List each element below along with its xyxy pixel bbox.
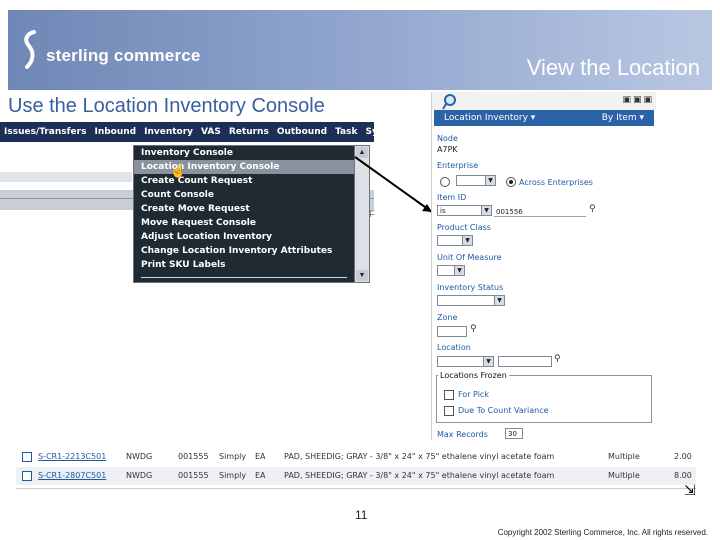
location-link[interactable]: S-CR1-2213C501 — [38, 452, 106, 461]
cell-node: NWDG — [126, 471, 153, 480]
menu-item-adjust-location-inventory[interactable]: Adjust Location Inventory — [134, 230, 356, 244]
cell-product-class: Simply — [219, 452, 247, 461]
scroll-up-icon[interactable]: ▲ — [356, 147, 368, 158]
max-records-label: Max Records — [437, 430, 488, 439]
cell-uom: EA — [255, 471, 266, 480]
cell-item: 001555 — [178, 452, 209, 461]
for-pick-label: For Pick — [458, 390, 489, 399]
chevron-down-icon[interactable]: ▼ — [483, 356, 494, 367]
cell-status: Multiple — [608, 471, 640, 480]
product-class-label: Product Class — [437, 223, 491, 232]
menu-task[interactable]: Task — [331, 127, 361, 137]
hand-cursor-icon: ☝ — [170, 163, 187, 178]
lookup-icon[interactable]: ⚲ — [589, 204, 596, 214]
zone-input[interactable] — [437, 326, 467, 337]
menu-separator — [141, 277, 347, 278]
location-inventory-search-panel: ▣▣▣ Location Inventory ▾ By Item ▾ Node … — [431, 92, 656, 440]
due-to-count-checkbox[interactable] — [444, 406, 454, 416]
locations-frozen-label: Locations Frozen — [438, 371, 509, 380]
cell-description: PAD, SHEEDIG; GRAY - 3/8" x 24" x 75" et… — [284, 452, 555, 461]
cell-description: PAD, SHEEDIG; GRAY - 3/8" x 24" x 75" et… — [284, 471, 555, 480]
slide-subtitle: Use the Location Inventory Console — [8, 95, 325, 117]
row-checkbox[interactable] — [22, 471, 32, 481]
table-row[interactable]: S-CR1-2213C501 NWDG 001555 Simply EA PAD… — [16, 448, 696, 466]
due-to-count-label: Due To Count Variance — [458, 406, 549, 415]
cell-uom: EA — [255, 452, 266, 461]
menu-issues-transfers[interactable]: Issues/Transfers — [0, 127, 90, 137]
item-id-input[interactable]: 001556 — [496, 208, 523, 216]
title-banner: sterling commerce View the Location — [8, 10, 712, 90]
results-table: S-CR1-2213C501 NWDG 001555 Simply EA PAD… — [16, 448, 696, 506]
mouse-pointer-icon: ⇲ — [684, 482, 696, 498]
enterprise-radio[interactable] — [440, 177, 450, 187]
copyright-text: Copyright 2002 Sterling Commerce, Inc. A… — [497, 528, 708, 537]
table-bottom-border — [16, 488, 696, 489]
uom-label: Unit Of Measure — [437, 253, 502, 262]
item-id-underline — [494, 216, 586, 217]
menu-item-location-inventory-console[interactable]: Location Inventory Console — [134, 160, 356, 174]
chevron-down-icon[interactable]: ▼ — [485, 175, 496, 186]
lookup-icon[interactable]: ⚲ — [554, 354, 561, 364]
location-label: Location — [437, 343, 471, 352]
inventory-dropdown-menu: Inventory Console Location Inventory Con… — [133, 145, 357, 283]
menu-item-create-count-request[interactable]: Create Count Request — [134, 174, 356, 188]
chevron-down-icon[interactable]: ▼ — [454, 265, 465, 276]
menu-system[interactable]: System — [361, 127, 374, 137]
menu-inbound[interactable]: Inbound — [90, 127, 140, 137]
search-magnifier-icon[interactable] — [442, 93, 460, 111]
lookup-icon[interactable]: ⚲ — [470, 324, 477, 334]
locations-frozen-group — [436, 375, 652, 423]
node-label: Node — [437, 134, 458, 143]
table-row[interactable]: S-CR1-2807C501 NWDG 001555 Simply EA PAD… — [16, 467, 696, 485]
page-number: 11 — [355, 508, 368, 522]
menu-item-move-request-console[interactable]: Move Request Console — [134, 216, 356, 230]
menu-item-inventory-console[interactable]: Inventory Console — [134, 146, 356, 160]
menu-returns[interactable]: Returns — [225, 127, 273, 137]
menu-item-change-location-inventory-attributes[interactable]: Change Location Inventory Attributes — [134, 244, 356, 258]
cell-item: 001555 — [178, 471, 209, 480]
location-input[interactable] — [498, 356, 552, 367]
menu-item-count-console[interactable]: Count Console — [134, 188, 356, 202]
sterling-logo-icon — [24, 30, 36, 69]
scroll-down-icon[interactable]: ▼ — [356, 270, 368, 281]
across-enterprises-label: Across Enterprises — [519, 178, 593, 187]
inventory-status-label: Inventory Status — [437, 283, 504, 292]
max-records-input[interactable]: 30 — [505, 428, 523, 439]
slide-title: View the Location — [526, 55, 700, 80]
dropdown-scrollbar[interactable]: ▲ ▼ — [354, 145, 370, 283]
zone-label: Zone — [437, 313, 458, 322]
cell-product-class: Simply — [219, 471, 247, 480]
enterprise-label: Enterprise — [437, 161, 479, 170]
across-enterprises-radio[interactable] — [506, 177, 516, 187]
item-id-label: Item ID — [437, 193, 467, 202]
panel-header: Location Inventory ▾ By Item ▾ — [434, 110, 654, 126]
chevron-down-icon[interactable]: ▼ — [462, 235, 473, 246]
logo-text: sterling commerce — [46, 46, 201, 65]
menu-item-create-move-request[interactable]: Create Move Request — [134, 202, 356, 216]
chevron-down-icon[interactable]: ▼ — [481, 205, 492, 216]
menu-item-print-sku-labels[interactable]: Print SKU Labels — [134, 258, 356, 272]
view-type-selector[interactable]: By Item ▾ — [602, 110, 644, 126]
cell-quantity: 8.00 — [674, 471, 692, 480]
background-strip — [0, 172, 132, 182]
menu-outbound[interactable]: Outbound — [273, 127, 331, 137]
for-pick-checkbox[interactable] — [444, 390, 454, 400]
cell-node: NWDG — [126, 452, 153, 461]
node-value: A7PK — [437, 145, 458, 154]
cell-quantity: 2.00 — [674, 452, 692, 461]
panel-toolbar: ▣▣▣ — [432, 92, 656, 110]
cell-status: Multiple — [608, 452, 640, 461]
menu-vas[interactable]: VAS — [197, 127, 225, 137]
chevron-down-icon: ▾ — [639, 113, 644, 123]
menu-inventory[interactable]: Inventory — [140, 127, 197, 137]
app-menubar: Issues/Transfers Inbound Inventory VAS R… — [0, 122, 374, 142]
row-checkbox[interactable] — [22, 452, 32, 462]
location-link[interactable]: S-CR1-2807C501 — [38, 471, 106, 480]
chevron-down-icon: ▾ — [530, 113, 536, 123]
chevron-down-icon[interactable]: ▼ — [494, 295, 505, 306]
toolbar-icons[interactable]: ▣▣▣ — [622, 95, 654, 105]
view-selector[interactable]: Location Inventory ▾ — [444, 110, 535, 126]
